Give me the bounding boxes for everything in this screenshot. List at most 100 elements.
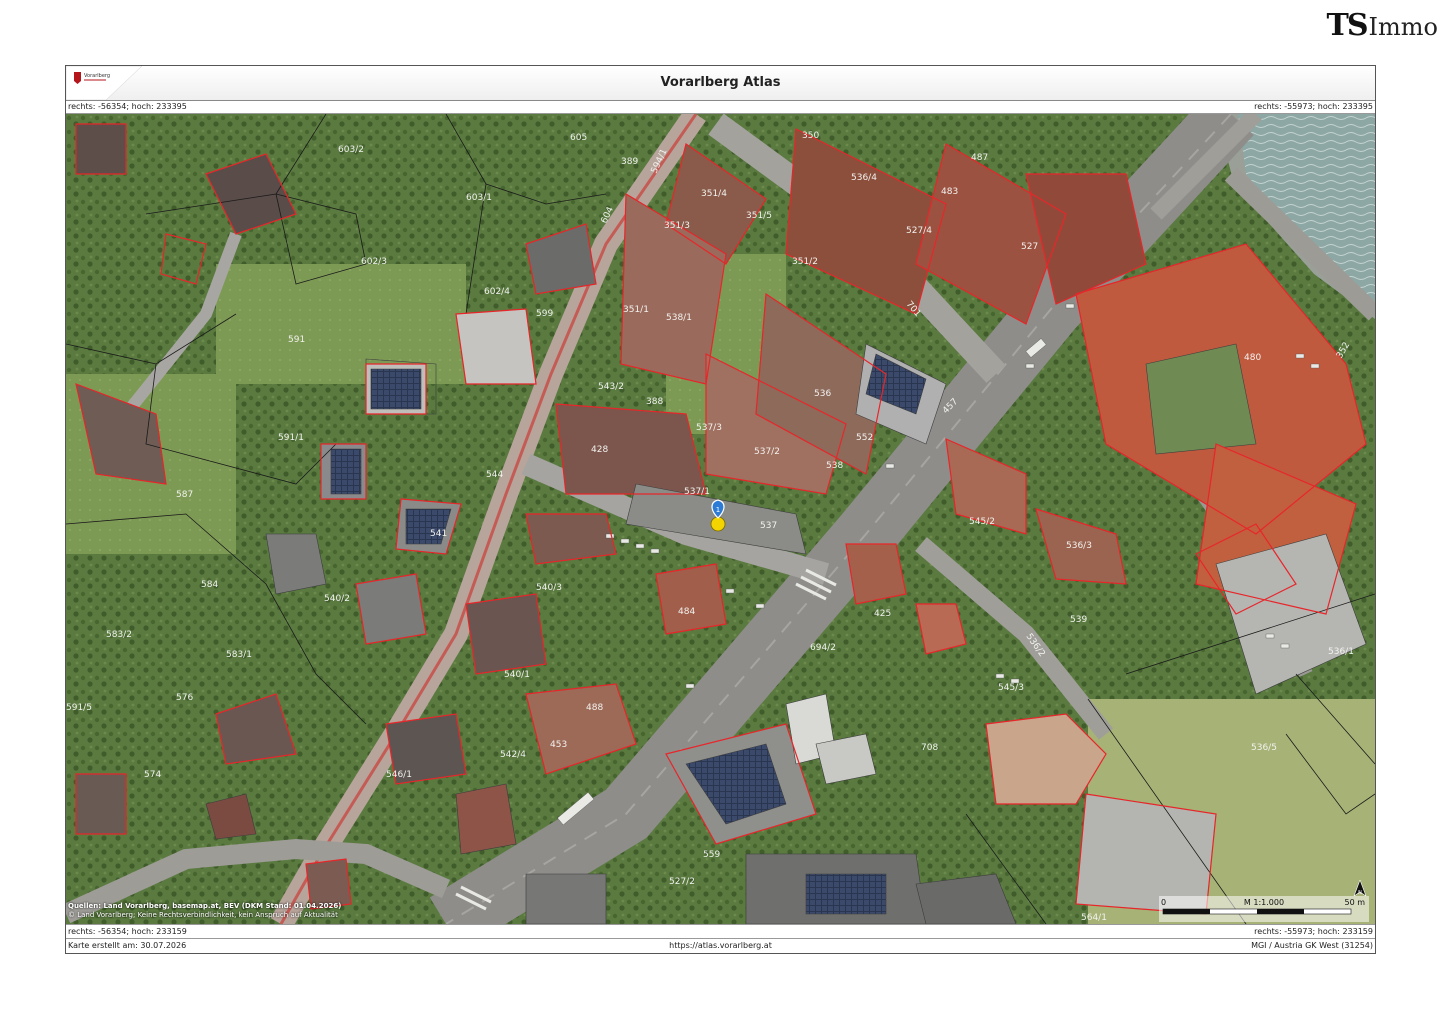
scale-end: 50 m	[1344, 898, 1365, 907]
parcel-label: 591	[288, 335, 305, 345]
building-584	[265, 533, 327, 595]
parcel-label: 540/1	[504, 670, 530, 680]
parcel-label: 527/2	[669, 877, 695, 887]
car	[995, 673, 1005, 679]
north-arrow-icon: N	[1353, 880, 1367, 896]
parcel-label: 537/3	[696, 423, 722, 433]
parcel-label: 574	[144, 770, 161, 780]
car	[685, 683, 695, 689]
map-header: Vorarlberg Vorarlberg Atlas	[66, 66, 1375, 101]
coord-bottom-right: rechts: -55973; hoch: 233159	[1254, 927, 1373, 936]
parcel-label: 536/5	[1251, 743, 1277, 753]
solar-roof-3	[805, 873, 887, 915]
car	[620, 538, 630, 544]
building-602-4	[455, 308, 537, 385]
parcel-label: 584	[201, 580, 218, 590]
parcel-label: 541	[430, 529, 447, 539]
parcel-label: 453	[550, 740, 567, 750]
car	[650, 548, 660, 554]
parcel-label: 351/3	[664, 221, 690, 231]
parcel-label: 605	[570, 133, 587, 143]
solar-roof-4	[370, 368, 422, 410]
parcel-label: 538	[826, 461, 843, 471]
parcel-label: 388	[646, 397, 663, 407]
parcel-label: 350	[802, 131, 819, 141]
parcel-label: 591/1	[278, 433, 304, 443]
parcel-label: 351/4	[701, 189, 727, 199]
parcel-label: 425	[874, 609, 891, 619]
parcel-label: 583/1	[226, 650, 252, 660]
car	[1280, 643, 1290, 649]
parcel-label: 351/1	[623, 305, 649, 315]
parcel-label: 536/4	[851, 173, 877, 183]
solar-roof-5	[330, 448, 362, 495]
parcel-label: 527	[1021, 242, 1038, 252]
building-sw-2	[75, 773, 127, 835]
parcel-label: 543/2	[598, 382, 624, 392]
building-484	[655, 563, 727, 635]
building-south-3	[525, 873, 607, 924]
map-attribution: Quellen: Land Vorarlberg, basemap.at, BE…	[68, 902, 341, 920]
coord-top-right: rechts: -55973; hoch: 233395	[1254, 102, 1373, 111]
parcel-label: 552	[856, 433, 873, 443]
car	[1310, 363, 1320, 369]
attribution-sources: Quellen: Land Vorarlberg, basemap.at, BE…	[68, 902, 342, 910]
coordinate-system: MGI / Austria GK West (31254)	[1251, 941, 1373, 950]
parcel-label: 602/4	[484, 287, 510, 297]
parcel-label: 540/2	[324, 594, 350, 604]
parcel-label: 428	[591, 445, 608, 455]
top-coordinates: rechts: -56354; hoch: 233395 rechts: -55…	[66, 100, 1375, 114]
attribution-disclaimer: © Land Vorarlberg; Keine Rechtsverbindli…	[68, 911, 338, 919]
car	[1295, 353, 1305, 359]
parcel-label: 537/1	[684, 487, 710, 497]
parcel-label: 351/2	[792, 257, 818, 267]
car	[1065, 303, 1075, 309]
ts-immo-logo: TS Immo	[1327, 8, 1438, 43]
parcel-label: 538/1	[666, 313, 692, 323]
scale-bar: 0 M 1:1.000 50 m	[1159, 896, 1369, 922]
brand-ts: TS	[1326, 8, 1369, 43]
coord-top-left: rechts: -56354; hoch: 233395	[68, 102, 187, 111]
parcel-label: 537/2	[754, 447, 780, 457]
parcel-label: 591/5	[66, 703, 92, 713]
parcel-label: 602/3	[361, 257, 387, 267]
lawn-area	[216, 264, 466, 384]
parcel-label: 603/2	[338, 145, 364, 155]
map-footer: Karte erstellt am: 30.07.2026 https://at…	[66, 938, 1375, 952]
car	[605, 533, 615, 539]
parcel-label: 540/3	[536, 583, 562, 593]
parcel-label: 487	[971, 153, 988, 163]
coord-bottom-left: rechts: -56354; hoch: 233159	[68, 927, 187, 936]
car	[885, 463, 895, 469]
atlas-url-link[interactable]: https://atlas.vorarlberg.at	[66, 939, 1375, 952]
bottom-coordinates: rechts: -56354; hoch: 233159 rechts: -55…	[66, 924, 1375, 938]
car	[755, 603, 765, 609]
location-dot-icon	[710, 516, 726, 532]
map-document: Vorarlberg Vorarlberg Atlas rechts: -563…	[65, 65, 1376, 954]
parcel-label: 480	[1244, 353, 1261, 363]
building-543	[455, 783, 517, 855]
parcel-label: 484	[678, 607, 695, 617]
parcel-label: 537	[760, 521, 777, 531]
car	[1265, 633, 1275, 639]
car	[1025, 363, 1035, 369]
brand-immo: Immo	[1368, 13, 1438, 41]
aerial-map[interactable]: 603/2 605 389 594/1 604 603/1 602/3 602/…	[66, 114, 1375, 924]
map-canvas: 603/2 605 389 594/1 604 603/1 602/3 602/…	[66, 114, 1375, 924]
parcel-label: 559	[703, 850, 720, 860]
marker-number: 1	[716, 506, 720, 514]
car	[635, 543, 645, 549]
parcel-label: 351/5	[746, 211, 772, 221]
parcel-label: 576	[176, 693, 193, 703]
parcel-label: 542/4	[500, 750, 526, 760]
parcel-label: 536	[814, 389, 831, 399]
building-586	[355, 573, 427, 645]
parcel-label: 564/1	[1081, 913, 1107, 923]
parcel-label: 599	[536, 309, 553, 319]
parcel-label: 708	[921, 743, 938, 753]
parcel-label: 583/2	[106, 630, 132, 640]
building-row-3	[555, 403, 707, 495]
parcel-label: 483	[941, 187, 958, 197]
parcel-label: 544	[486, 470, 503, 480]
parcel-label: 694/2	[810, 643, 836, 653]
